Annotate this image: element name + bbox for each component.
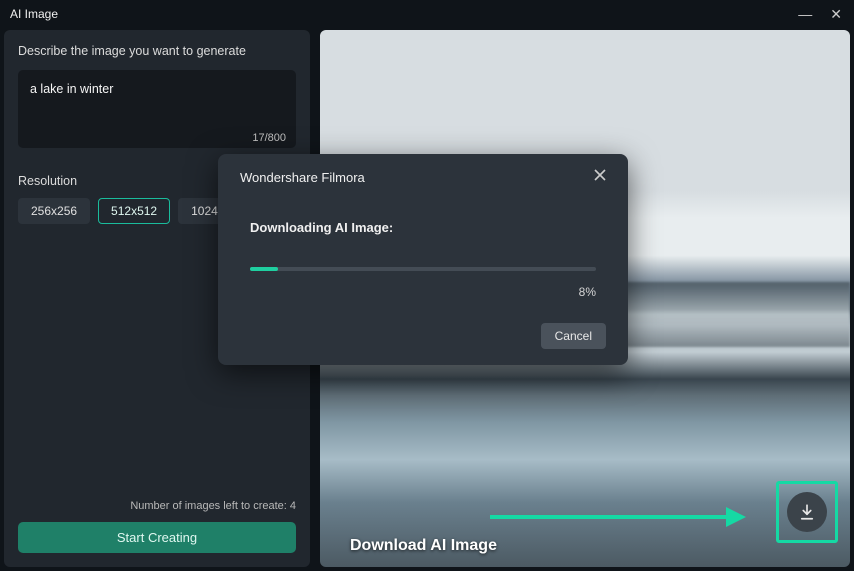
resolution-chip-512[interactable]: 512x512 — [98, 198, 170, 224]
start-creating-button[interactable]: Start Creating — [18, 522, 296, 553]
download-button[interactable] — [787, 492, 827, 532]
window-title: AI Image — [10, 7, 58, 21]
annotation-arrow — [490, 515, 730, 519]
prompt-text: a lake in winter — [30, 82, 113, 96]
progress-percent: 8% — [250, 285, 596, 299]
download-icon — [798, 503, 816, 521]
download-status-label: Downloading AI Image: — [250, 220, 596, 235]
resolution-chip-256[interactable]: 256x256 — [18, 198, 90, 224]
preview-caption: Download AI Image — [350, 537, 497, 555]
minimize-icon[interactable]: — — [798, 6, 812, 23]
titlebar: AI Image — [0, 0, 854, 28]
cancel-button[interactable]: Cancel — [541, 323, 606, 349]
dialog-close-icon[interactable] — [594, 168, 606, 186]
dialog-title: Wondershare Filmora — [240, 170, 365, 185]
sidebar-footer: Number of images left to create: 4 Start… — [18, 500, 296, 553]
images-left-label: Number of images left to create: 4 — [18, 500, 296, 512]
close-icon[interactable]: ✕ — [830, 6, 842, 23]
prompt-input[interactable]: a lake in winter 17/800 — [18, 70, 296, 148]
window-controls: — ✕ — [786, 0, 854, 29]
download-dialog: Wondershare Filmora Downloading AI Image… — [218, 154, 628, 365]
progress-bar — [250, 267, 596, 271]
char-count: 17/800 — [252, 132, 286, 144]
download-icon-highlight — [776, 481, 838, 543]
progress-fill — [250, 267, 278, 271]
describe-label: Describe the image you want to generate — [18, 44, 296, 58]
